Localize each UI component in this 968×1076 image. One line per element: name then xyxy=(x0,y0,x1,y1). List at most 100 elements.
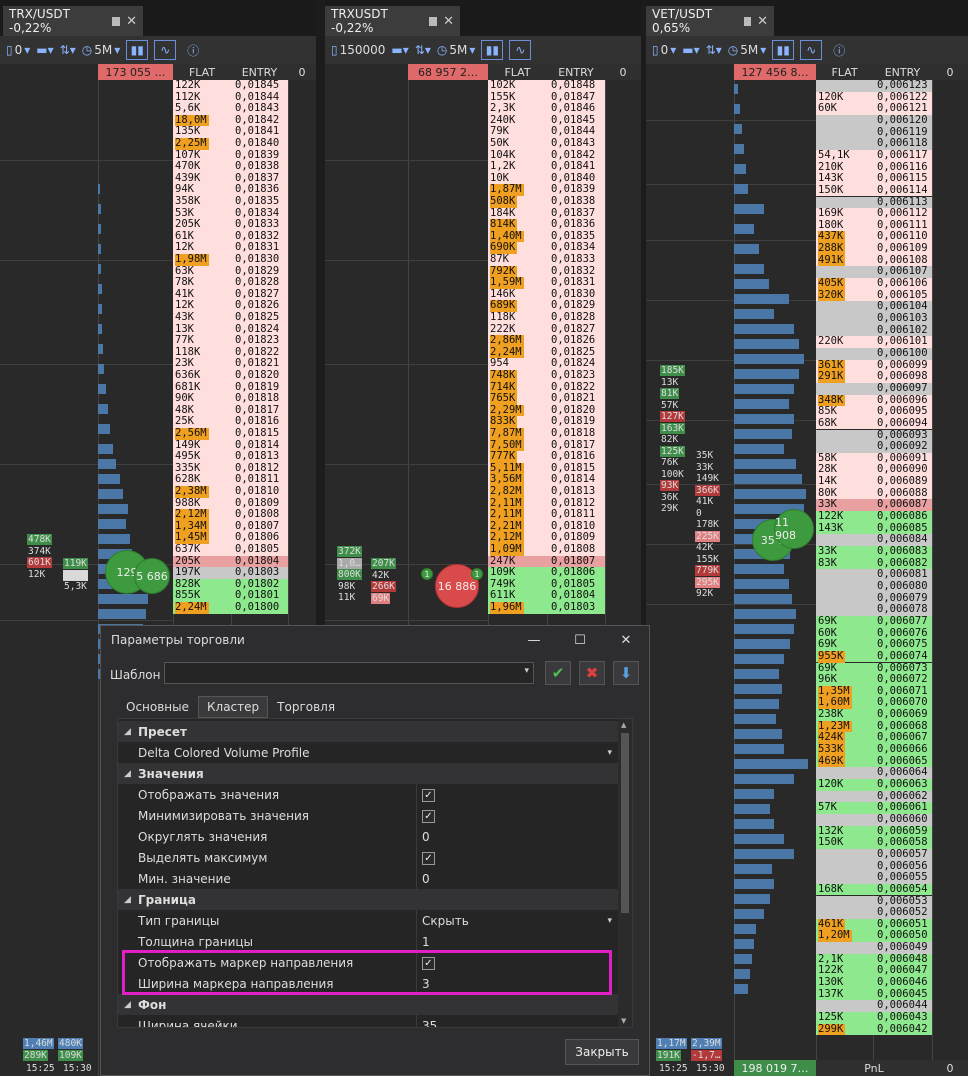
price-row[interactable]: 0,006057 xyxy=(816,848,932,861)
close-icon[interactable]: ✕ xyxy=(757,14,768,29)
line-chart-icon[interactable]: ∿ xyxy=(509,40,532,60)
timeframe-dropdown[interactable]: ◷ 5M ▾ xyxy=(437,43,476,57)
close-button[interactable]: Закрыть xyxy=(565,1039,639,1065)
scroll-up-icon[interactable]: ▲ xyxy=(621,721,626,729)
price-row[interactable]: 508K 0,01838 xyxy=(488,195,605,208)
price-row[interactable]: 7,87M 0,01818 xyxy=(488,427,605,440)
line-chart-icon[interactable]: ∿ xyxy=(154,40,177,60)
price-row[interactable]: 533K 0,006066 xyxy=(816,743,932,756)
price-row[interactable]: 0,006080 xyxy=(816,580,932,593)
price-row[interactable]: 1,09M 0,01808 xyxy=(488,543,605,556)
folder-icon[interactable]: ▬▾ xyxy=(682,43,699,57)
property-row[interactable]: Мин. значение 0 xyxy=(118,868,618,889)
line-chart-icon[interactable]: ∿ xyxy=(800,40,823,60)
price-row[interactable]: 14K 0,006089 xyxy=(816,475,932,488)
property-checkbox[interactable]: ✓ xyxy=(422,850,435,865)
chevron-down-icon[interactable]: ▾ xyxy=(607,748,612,758)
property-row[interactable]: Округлять значения 0 xyxy=(118,826,618,847)
folder-icon[interactable]: ▬▾ xyxy=(36,43,53,57)
volume-filter-dropdown[interactable]: ▯ 150000 xyxy=(331,43,385,57)
property-checkbox[interactable]: ✓ xyxy=(422,787,435,802)
cluster-view-icon[interactable]: ▮▮ xyxy=(772,40,795,60)
price-row[interactable]: 238K 0,006069 xyxy=(816,708,932,721)
sort-icon[interactable]: ⇅▾ xyxy=(706,43,722,57)
price-row[interactable]: 748K 0,01823 xyxy=(488,369,605,382)
scroll-down-icon[interactable]: ▼ xyxy=(621,1017,626,1025)
cluster-chart[interactable]: 127 456 8… FLAT ENTRY 0 0,006123 120K 0,006122… xyxy=(646,64,968,1076)
info-icon[interactable]: ⓘ xyxy=(182,40,204,60)
tab-vet-usdt[interactable]: VET/USDT 0,65% ✕ xyxy=(646,6,774,36)
sort-icon[interactable]: ⇅▾ xyxy=(415,43,431,57)
property-checkbox[interactable]: ✓ xyxy=(422,808,435,823)
price-row[interactable]: 0,006097 xyxy=(816,382,932,395)
price-row[interactable]: 0,006103 xyxy=(816,312,932,325)
price-row[interactable]: 0,006120 xyxy=(816,114,932,127)
price-row[interactable]: 955K 0,006074 xyxy=(816,650,932,663)
price-row[interactable]: 358K 0,01835 xyxy=(173,195,288,208)
property-section[interactable]: ◢ Значения xyxy=(118,763,618,784)
price-row[interactable]: 168K 0,006054 xyxy=(816,883,932,896)
price-row[interactable]: 87K 0,01833 xyxy=(488,253,605,266)
collapse-arrow-icon[interactable]: ◢ xyxy=(124,727,131,737)
maximize-icon[interactable] xyxy=(111,16,121,26)
template-select[interactable]: ▾ xyxy=(164,662,534,684)
price-row[interactable]: 2,25M 0,01840 xyxy=(173,137,288,150)
price-row[interactable]: 150K 0,006114 xyxy=(816,184,932,197)
property-value[interactable]: Скрыть xyxy=(422,914,469,928)
scrollbar[interactable]: ▲ ▼ xyxy=(618,719,632,1027)
price-row[interactable]: 2,82M 0,01813 xyxy=(488,485,605,498)
property-value[interactable]: 0 xyxy=(422,872,430,886)
cluster-view-icon[interactable]: ▮▮ xyxy=(126,40,149,60)
save-template-button[interactable]: ⬇ xyxy=(613,661,639,685)
property-value[interactable]: 0 xyxy=(422,830,430,844)
maximize-icon[interactable]: ☐ xyxy=(557,626,603,654)
price-row[interactable]: 69K 0,006077 xyxy=(816,615,932,628)
price-row[interactable]: 0,006049 xyxy=(816,941,932,954)
delete-x-button[interactable]: ✖ xyxy=(579,661,605,685)
tab-trxusdt[interactable]: TRXUSDT -0,22% ✕ xyxy=(325,6,460,36)
collapse-arrow-icon[interactable]: ◢ xyxy=(124,895,131,905)
tab-trx-usdt[interactable]: TRX/USDT -0,22% ✕ xyxy=(3,6,143,36)
timeframe-dropdown[interactable]: ◷ 5M ▾ xyxy=(728,43,767,57)
price-row[interactable]: 2,56M 0,01815 xyxy=(173,427,288,440)
tab-main[interactable]: Основные xyxy=(117,696,199,718)
price-row[interactable]: 2,38M 0,01810 xyxy=(173,485,288,498)
price-row[interactable]: 122K 0,006086 xyxy=(816,510,932,523)
apply-check-button[interactable]: ✔ xyxy=(545,661,571,685)
price-row[interactable]: 405K 0,006106 xyxy=(816,277,932,290)
volume-filter-dropdown[interactable]: ▯ 0 ▾ xyxy=(6,43,30,57)
price-row[interactable]: 299K 0,006042 xyxy=(816,1023,932,1036)
property-row[interactable]: Выделять максимум ✓ xyxy=(118,847,618,868)
property-row[interactable]: Минимизировать значения ✓ xyxy=(118,805,618,826)
price-row[interactable]: 122K 0,01845 xyxy=(173,79,288,92)
minimize-icon[interactable]: — xyxy=(511,626,557,654)
property-row[interactable]: Ширина ячейки 35 xyxy=(118,1015,618,1027)
tab-cluster[interactable]: Кластер xyxy=(198,696,269,718)
maximize-icon[interactable] xyxy=(743,16,752,26)
price-row[interactable]: 637K 0,01805 xyxy=(173,543,288,556)
price-row[interactable]: 43K 0,01825 xyxy=(173,311,288,324)
price-row[interactable]: 0,006060 xyxy=(816,813,932,826)
price-row[interactable]: 0,006123 xyxy=(816,79,932,92)
volume-filter-dropdown[interactable]: ▯ 0 ▾ xyxy=(652,43,676,57)
price-row[interactable]: 125K 0,006043 xyxy=(816,1011,932,1024)
collapse-arrow-icon[interactable]: ◢ xyxy=(124,1000,131,1010)
property-section[interactable]: ◢ Фон xyxy=(118,994,618,1015)
timeframe-dropdown[interactable]: ◷ 5M ▾ xyxy=(82,43,121,57)
chevron-down-icon[interactable]: ▾ xyxy=(607,916,612,926)
price-row[interactable]: 68K 0,006094 xyxy=(816,417,932,430)
price-row[interactable]: 50K 0,01843 xyxy=(488,137,605,150)
price-row[interactable]: 1,98M 0,01830 xyxy=(173,253,288,266)
collapse-arrow-icon[interactable]: ◢ xyxy=(124,769,131,779)
cluster-view-icon[interactable]: ▮▮ xyxy=(481,40,504,60)
price-row[interactable]: 33K 0,006083 xyxy=(816,545,932,558)
price-row[interactable]: 288K 0,006109 xyxy=(816,242,932,255)
price-row[interactable]: 2,24M 0,01800 xyxy=(173,601,288,614)
property-row[interactable]: Delta Colored Volume Profile ▾ xyxy=(118,742,618,763)
property-section[interactable]: ◢ Пресет xyxy=(118,721,618,742)
price-row[interactable]: 54,1K 0,006117 xyxy=(816,149,932,162)
close-icon[interactable]: ✕ xyxy=(126,14,137,29)
price-row[interactable]: 0,006100 xyxy=(816,347,932,360)
price-row[interactable]: 1,96M 0,01803 xyxy=(488,601,605,614)
property-row[interactable]: Тип границы Скрыть ▾ xyxy=(118,910,618,931)
